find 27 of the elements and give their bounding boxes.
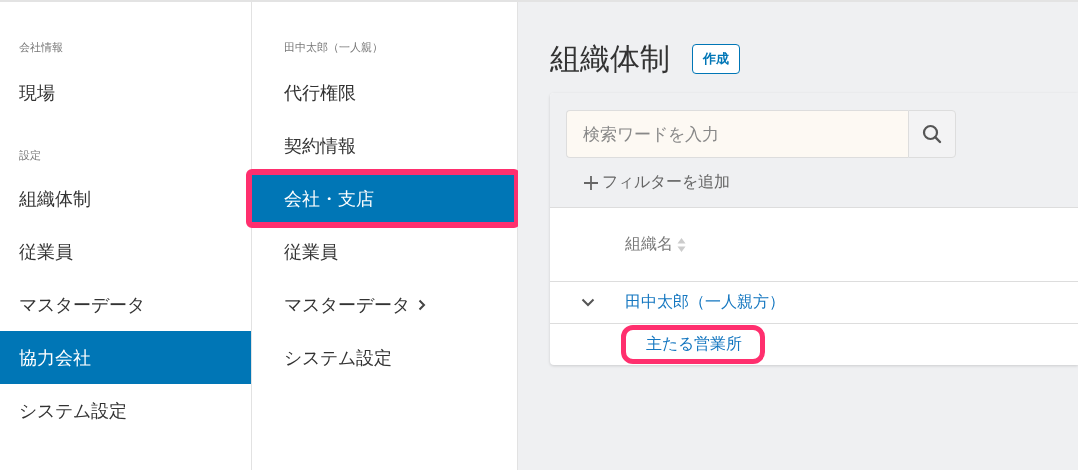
- chevron-down-icon[interactable]: [580, 298, 595, 307]
- section-heading: 田中太郎（一人親）: [283, 40, 384, 56]
- submenu-item[interactable]: 契約情報: [252, 119, 517, 172]
- search-field[interactable]: 検索ワードを入力: [566, 110, 908, 158]
- submenu-item[interactable]: 代行権限: [252, 66, 517, 119]
- sidebar-item[interactable]: 協力会社: [0, 331, 251, 384]
- add-filter-button[interactable]: フィルターを追加: [566, 172, 730, 193]
- section-heading: 設定: [18, 148, 42, 164]
- search-button[interactable]: [908, 110, 956, 158]
- page-title: 組織体制: [550, 39, 670, 78]
- column-header[interactable]: 組織名: [625, 234, 686, 255]
- search-icon: [922, 124, 942, 144]
- sidebar-item[interactable]: システム設定: [0, 384, 251, 437]
- plus-icon: [584, 175, 598, 190]
- organization-link[interactable]: 田中太郎（一人親方）: [625, 292, 785, 313]
- section-heading: 会社情報: [18, 40, 64, 56]
- chevron-right-icon: [418, 298, 426, 311]
- sidebar-item[interactable]: 組織体制: [0, 172, 251, 225]
- submenu-item[interactable]: システム設定: [252, 331, 517, 384]
- sidebar-item[interactable]: 現場: [0, 66, 251, 119]
- sidebar-item[interactable]: マスターデータ: [0, 278, 251, 331]
- submenu-item[interactable]: 会社・支店: [249, 172, 517, 225]
- sort-icon: [677, 236, 686, 253]
- submenu-item[interactable]: マスターデータ: [252, 278, 517, 331]
- create-button[interactable]: 作成: [692, 44, 740, 74]
- sidebar-item[interactable]: 従業員: [0, 225, 251, 278]
- submenu-item[interactable]: 従業員: [252, 225, 517, 278]
